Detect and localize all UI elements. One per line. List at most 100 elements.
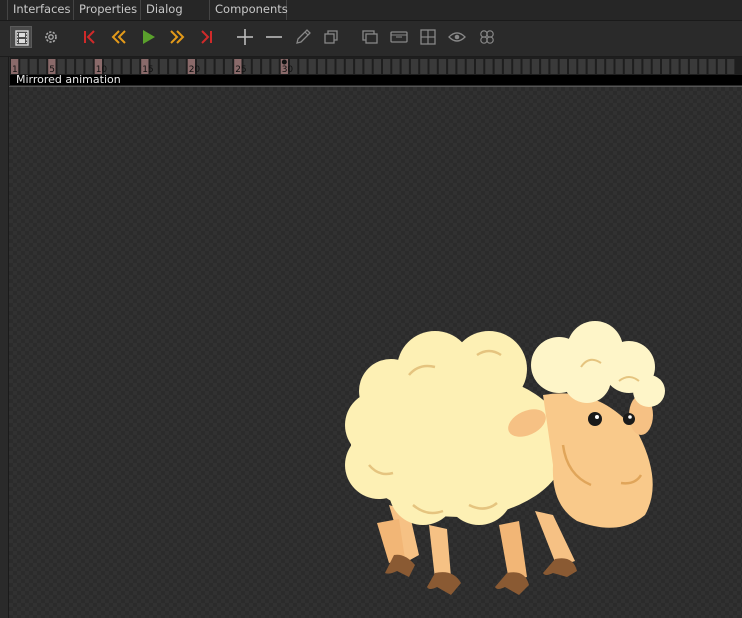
timeline-frame-cell[interactable] [476, 59, 484, 74]
timeline-frame-cell[interactable] [522, 59, 530, 74]
timeline-frame-cell[interactable] [448, 59, 456, 74]
timeline-frame-cell[interactable] [206, 59, 214, 74]
film-button[interactable] [10, 26, 32, 48]
timeline-frame-cell[interactable] [429, 59, 437, 74]
timeline-frame-cell[interactable] [708, 59, 716, 74]
onion-skin-button[interactable] [476, 26, 498, 48]
timeline-frame-cell[interactable] [169, 59, 177, 74]
play-icon [143, 30, 155, 44]
left-gutter [0, 57, 9, 618]
play-button[interactable] [137, 26, 159, 48]
timeline-frame-cell[interactable] [662, 59, 670, 74]
timeline-frame-cell[interactable] [317, 59, 326, 74]
timeline-frame-cell[interactable] [578, 59, 586, 74]
timeline-frame-cell[interactable] [596, 59, 605, 74]
timeline-frame-cell[interactable] [457, 59, 465, 74]
timeline-frame-cell[interactable] [85, 59, 93, 74]
layers-button[interactable] [359, 26, 381, 48]
timeline-frame-cell[interactable] [252, 59, 261, 74]
timeline-frame-cell[interactable] [345, 59, 354, 74]
timeline-frame-cell[interactable] [513, 59, 521, 74]
timeline-frame-cell[interactable] [38, 59, 47, 74]
grid-button[interactable] [417, 26, 439, 48]
timeline-frame-cell[interactable] [122, 59, 130, 74]
timeline-frame-cell[interactable] [308, 59, 316, 74]
playhead-marker[interactable] [281, 59, 287, 65]
animation-canvas[interactable] [9, 86, 742, 618]
animation-toolbar [0, 21, 742, 57]
timeline-frame-cell[interactable] [689, 59, 698, 74]
timeline-frame-cell[interactable] [420, 59, 428, 74]
timeline-frame-cell[interactable] [559, 59, 567, 74]
film-icon [15, 30, 29, 46]
layers-icon [362, 30, 378, 44]
timeline-frame-cell[interactable] [159, 59, 168, 74]
timeline-frame-cell[interactable] [652, 59, 660, 74]
timeline-frame-cell[interactable] [57, 59, 65, 74]
timeline-frame-cell[interactable] [299, 59, 307, 74]
fast-forward-icon [170, 30, 185, 44]
timeline-frame-cell[interactable] [587, 59, 595, 74]
timeline-frame-cell[interactable] [410, 59, 419, 74]
timeline-frame-cell[interactable] [113, 59, 121, 74]
rewind-button[interactable] [108, 26, 130, 48]
timeline-frame-cell[interactable] [76, 59, 84, 74]
last-frame-button[interactable] [195, 26, 217, 48]
timeline-frame-cell[interactable] [615, 59, 623, 74]
timeline-frame-cell[interactable] [643, 59, 651, 74]
timeline-frame-cell[interactable] [271, 59, 279, 74]
timeline-frame-cell[interactable] [215, 59, 223, 74]
timeline-frame-cell[interactable] [485, 59, 493, 74]
timeline-frame-cell[interactable] [438, 59, 447, 74]
timeline-frame-cell[interactable] [224, 59, 233, 74]
fast-forward-button[interactable] [166, 26, 188, 48]
timeline-frame-cell[interactable] [503, 59, 512, 74]
timeline-frame-cell[interactable] [494, 59, 502, 74]
timeline-frame-cell[interactable] [336, 59, 344, 74]
timeline-frame-cell[interactable] [717, 59, 726, 74]
timeline-frame-cell[interactable] [727, 59, 735, 74]
add-frame-button[interactable] [234, 26, 256, 48]
settings-button[interactable] [40, 26, 62, 48]
timeline-frame-cell[interactable] [634, 59, 642, 74]
animation-name-label: Mirrored animation [10, 74, 742, 85]
tab-properties[interactable]: Properties [73, 0, 137, 20]
timeline-frame-cell[interactable] [401, 59, 409, 74]
timeline-frame-number: 25 [235, 65, 246, 75]
duplicate-frame-button[interactable] [320, 26, 342, 48]
timeline-frame-cell[interactable] [262, 59, 270, 74]
timeline-frame-cell[interactable] [178, 59, 186, 74]
timeline-frame-cell[interactable] [531, 59, 540, 74]
pencil-icon [296, 29, 311, 44]
preview-button[interactable] [446, 26, 468, 48]
timeline-frame-cell[interactable] [392, 59, 400, 74]
timeline-frame-cell[interactable] [327, 59, 335, 74]
edit-frame-button[interactable] [292, 26, 314, 48]
grid-icon [420, 29, 436, 45]
timeline-frame-cell[interactable] [131, 59, 140, 74]
tab-components[interactable]: Components [209, 0, 288, 20]
tab-interfaces[interactable]: Interfaces [7, 0, 71, 20]
timeline-frame-cell[interactable] [373, 59, 381, 74]
first-frame-button[interactable] [79, 26, 101, 48]
timeline-frame-cell[interactable] [569, 59, 577, 74]
timeline-frame-cell[interactable] [29, 59, 37, 74]
timeline-frame-cell[interactable] [383, 59, 391, 74]
timeline-frame-cell[interactable] [680, 59, 688, 74]
timeline-frame-cell[interactable] [624, 59, 633, 74]
timeline-frame-cell[interactable] [606, 59, 614, 74]
timeline-frame-cell[interactable] [550, 59, 558, 74]
frame-sequence-icon [390, 31, 408, 43]
timeline-frame-cell[interactable] [466, 59, 474, 74]
remove-frame-button[interactable] [263, 26, 285, 48]
timeline-frame-cell[interactable] [66, 59, 75, 74]
frame-sequence-button[interactable] [388, 26, 410, 48]
timeline-frame-cell[interactable] [355, 59, 363, 74]
tab-dialog-area[interactable]: Dialog area [140, 0, 206, 34]
app-window: Interfaces Properties Dialog area Compon… [0, 0, 742, 618]
timeline-frame-cell[interactable] [364, 59, 372, 74]
timeline-frame-cell[interactable] [671, 59, 679, 74]
timeline-frame-cell[interactable] [541, 59, 549, 74]
timeline-frame-cell[interactable] [20, 59, 28, 74]
timeline-frame-cell[interactable] [699, 59, 707, 74]
